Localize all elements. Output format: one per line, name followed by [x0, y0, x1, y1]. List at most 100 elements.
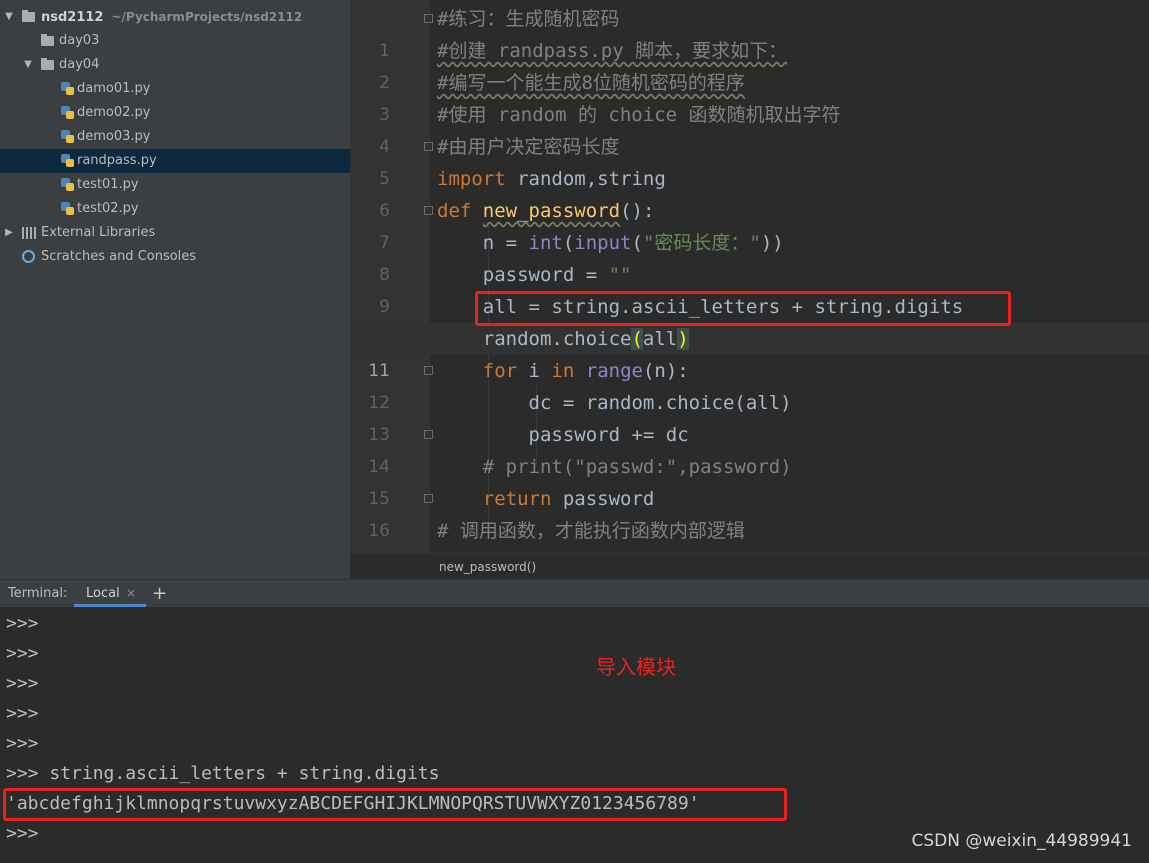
- breadcrumb[interactable]: new_password(): [350, 553, 1149, 579]
- highlight-box: [3, 788, 787, 821]
- comment-text: #创建 randpass.py 脚本，要求如下：: [437, 40, 788, 62]
- tree-item-label: damo01.py: [77, 81, 151, 96]
- root-folder-path: ~/PycharmProjects/nsd2112: [111, 10, 303, 24]
- code-line[interactable]: 8 n = int(input("密码长度：")): [350, 227, 1149, 285]
- tree-item-test02[interactable]: test02.py: [0, 197, 350, 221]
- python-file-icon: [61, 106, 74, 119]
- string-literal: "": [608, 264, 632, 286]
- tree-item-root[interactable]: ▼ nsd2112 ~/PycharmProjects/nsd2112: [0, 5, 350, 29]
- fold-marker-icon[interactable]: [424, 430, 433, 439]
- terminal-line: >>>: [6, 703, 39, 724]
- breadcrumb-item[interactable]: new_password(): [439, 554, 536, 580]
- code-line[interactable]: 5 #由用户决定密码长度: [350, 131, 1149, 189]
- comment-text: #练习：生成随机密码: [437, 8, 620, 30]
- tree-item-day04[interactable]: ▼ day04: [0, 53, 350, 77]
- code-line[interactable]: 3 #编写一个能生成8位随机密码的程序: [350, 67, 1149, 125]
- tree-item-label: test01.py: [77, 177, 139, 192]
- fold-marker-icon[interactable]: [424, 14, 433, 23]
- terminal-prompt[interactable]: >>>: [6, 819, 39, 849]
- code-text: ():: [620, 200, 655, 222]
- code-line[interactable]: 13 dc = random.choice(all): [350, 387, 1149, 445]
- tree-item-label: day03: [59, 33, 100, 48]
- folder-icon: [41, 58, 54, 70]
- keyword: in: [551, 360, 575, 382]
- comment-text: #使用 random 的 choice 函数随机取出字符: [437, 104, 841, 126]
- folder-icon: [41, 34, 54, 46]
- folder-icon: [22, 10, 35, 22]
- code-text: all: [642, 328, 678, 350]
- code-text: random.choice: [437, 328, 632, 350]
- comment-text: # print("passwd:",password): [437, 456, 792, 478]
- code-text: password += dc: [437, 424, 689, 446]
- matched-brace: (: [631, 328, 643, 350]
- code-line[interactable]: 9 password = "": [350, 259, 1149, 317]
- tree-item-label: Scratches and Consoles: [41, 249, 197, 264]
- library-icon: [22, 227, 36, 239]
- builtin: range: [585, 360, 643, 382]
- code-line[interactable]: 6 import random,string: [350, 163, 1149, 221]
- code-line[interactable]: 7 def new_password():: [350, 195, 1149, 253]
- code-line[interactable]: 14 password += dc: [350, 419, 1149, 477]
- annotation-text: 导入模块: [596, 655, 676, 679]
- python-file-icon: [61, 178, 74, 191]
- function-name: new_password: [482, 200, 621, 222]
- project-tool-window: ▼ nsd2112 ~/PycharmProjects/nsd2112 day03…: [0, 0, 350, 579]
- tree-item-label: day04: [59, 57, 100, 72]
- tree-item-demo02[interactable]: demo02.py: [0, 101, 350, 125]
- python-file-icon: [61, 202, 74, 215]
- tree-item-day03[interactable]: day03: [0, 29, 350, 53]
- tab-label: Local: [86, 586, 120, 601]
- code-text: n =: [437, 232, 529, 254]
- add-tab-icon[interactable]: +: [152, 580, 167, 607]
- keyword: return: [482, 488, 552, 510]
- code-line[interactable]: 1 #练习：生成随机密码: [350, 3, 1149, 61]
- code-line[interactable]: 17 # 调用函数，才能执行函数内部逻辑: [350, 515, 1149, 547]
- tree-item-test01[interactable]: test01.py: [0, 173, 350, 197]
- code-text: )): [760, 232, 784, 254]
- scratches-icon: [22, 250, 35, 263]
- tree-item-label: randpass.py: [77, 153, 157, 168]
- terminal-output[interactable]: >>> >>> >>> >>> >>> >>> string.ascii_let…: [0, 607, 1149, 863]
- fold-marker-icon[interactable]: [424, 142, 433, 151]
- tree-item-scratches[interactable]: Scratches and Consoles: [0, 245, 350, 269]
- highlight-box: [475, 291, 1011, 326]
- code-text: (: [562, 232, 575, 254]
- tree-item-damo01[interactable]: damo01.py: [0, 77, 350, 101]
- terminal-line: >>>: [6, 643, 39, 664]
- code-text: password =: [437, 264, 609, 286]
- python-file-icon: [61, 82, 74, 95]
- comment-text: # 调用函数，才能执行函数内部逻辑: [437, 520, 745, 542]
- code-text: dc = random.choice(all): [437, 392, 792, 414]
- chevron-down-icon[interactable]: ▼: [22, 53, 34, 77]
- tree-item-label: demo02.py: [77, 105, 151, 120]
- code-text: random,string: [505, 168, 666, 190]
- python-file-icon: [61, 130, 74, 143]
- code-line[interactable]: 15 # print("passwd:",password): [350, 451, 1149, 509]
- fold-marker-icon[interactable]: [424, 494, 433, 503]
- terminal-line: >>>: [6, 733, 39, 754]
- fold-marker-icon[interactable]: [424, 206, 433, 215]
- terminal-line: >>> string.ascii_letters + string.digits: [6, 763, 440, 784]
- code-line[interactable]: 4 #使用 random 的 choice 函数随机取出字符: [350, 99, 1149, 157]
- code-text: (n):: [642, 360, 689, 382]
- code-line-current[interactable]: 11 random.choice(all): [350, 323, 1149, 381]
- code-line[interactable]: 12 for i in range(n):: [350, 355, 1149, 413]
- tree-item-external-libraries[interactable]: ▶ External Libraries: [0, 221, 350, 245]
- terminal-line: >>>: [6, 613, 39, 634]
- code-line[interactable]: 2 #创建 randpass.py 脚本，要求如下：: [350, 35, 1149, 93]
- tree-item-demo03[interactable]: demo03.py: [0, 125, 350, 149]
- tree-item-label: demo03.py: [77, 129, 151, 144]
- code-editor[interactable]: 1 #练习：生成随机密码 2 #创建 randpass.py 脚本，要求如下： …: [350, 0, 1149, 553]
- fold-marker-icon[interactable]: [424, 366, 433, 375]
- code-line[interactable]: 16 return password: [350, 483, 1149, 541]
- close-icon[interactable]: ×: [126, 580, 136, 607]
- tree-item-randpass[interactable]: randpass.py: [0, 149, 350, 173]
- code-text: i: [517, 360, 552, 382]
- chevron-down-icon[interactable]: ▼: [3, 5, 15, 29]
- chevron-right-icon[interactable]: ▶: [3, 221, 15, 245]
- watermark: CSDN @weixin_44989941: [911, 831, 1132, 851]
- matched-brace: ): [677, 328, 689, 350]
